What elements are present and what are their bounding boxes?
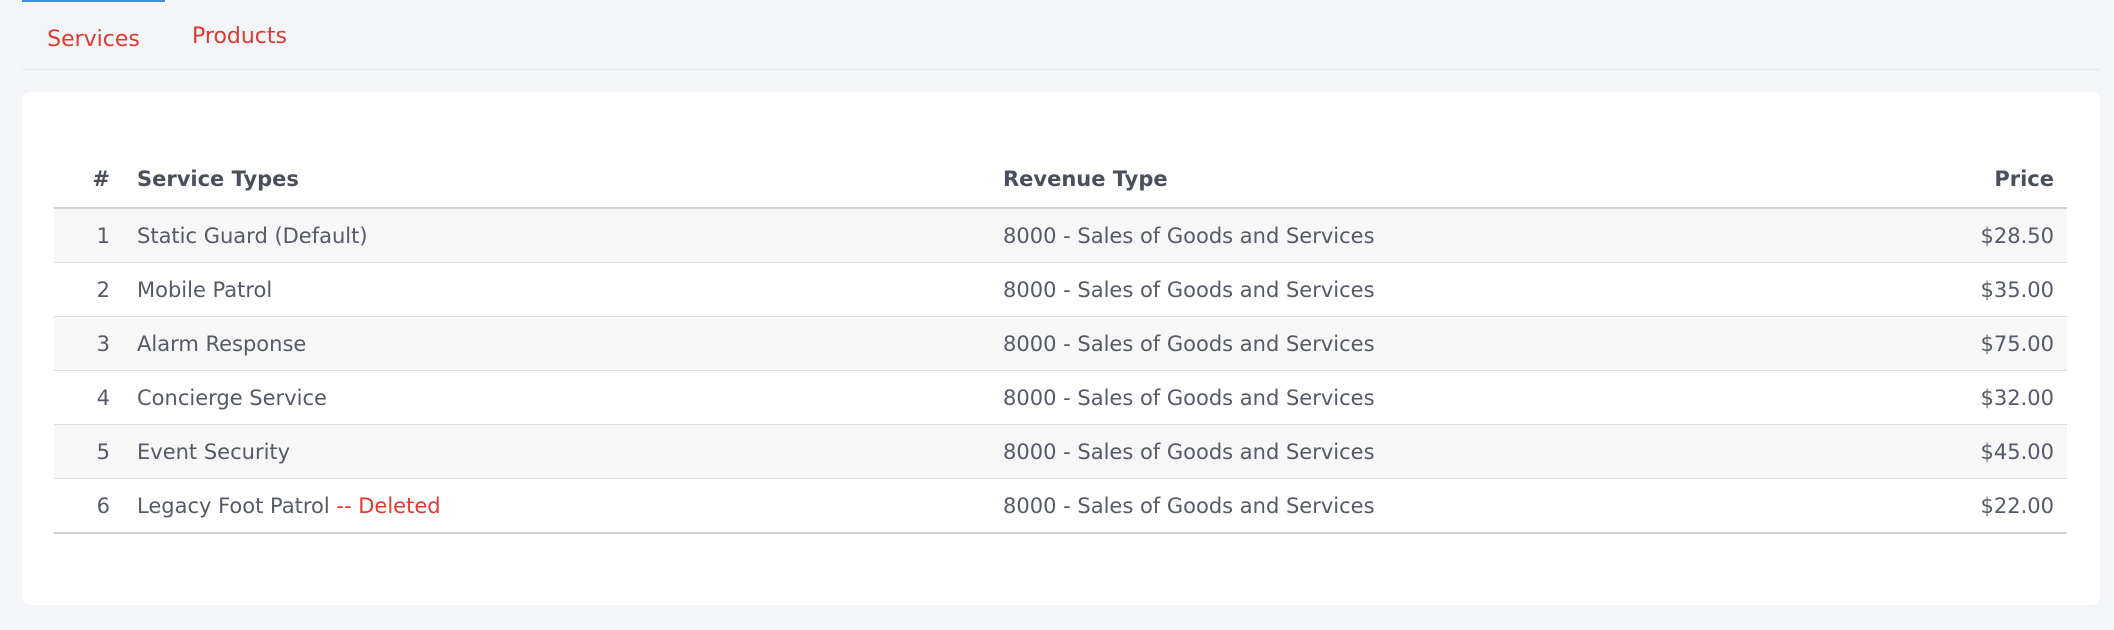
header-revenue-type: Revenue Type [1003,150,1854,209]
service-name-text: Concierge Service [137,385,327,410]
service-name: Static Guard (Default) [137,208,1003,263]
revenue-type: 8000 - Sales of Goods and Services [1003,424,1854,479]
header-service-types: Service Types [137,150,1003,209]
service-name: Concierge Service [137,370,1003,425]
service-name: Alarm Response [137,316,1003,371]
table-row[interactable]: 2 Mobile Patrol 8000 - Sales of Goods an… [54,262,2067,317]
revenue-type: 8000 - Sales of Goods and Services [1003,208,1854,263]
tab-products[interactable]: Products [192,0,287,68]
revenue-type: 8000 - Sales of Goods and Services [1003,316,1854,371]
services-card: # Service Types Revenue Type Price 1 Sta… [22,92,2100,605]
table-header-row: # Service Types Revenue Type Price [54,150,2067,209]
row-number: 2 [54,262,137,317]
service-name-text: Static Guard (Default) [137,223,368,248]
header-price: Price [1854,150,2067,209]
tab-services[interactable]: Services [22,0,165,70]
service-name: Legacy Foot Patrol -- Deleted [137,478,1003,534]
table-row[interactable]: 5 Event Security 8000 - Sales of Goods a… [54,424,2067,479]
table-row[interactable]: 1 Static Guard (Default) 8000 - Sales of… [54,208,2067,263]
service-name-text: Mobile Patrol [137,277,273,302]
service-price: $32.00 [1854,370,2067,425]
header-number: # [54,150,137,209]
deleted-label: -- Deleted [336,493,441,518]
service-price: $45.00 [1854,424,2067,479]
table-row[interactable]: 4 Concierge Service 8000 - Sales of Good… [54,370,2067,425]
service-price: $28.50 [1854,208,2067,263]
service-price: $35.00 [1854,262,2067,317]
row-number: 6 [54,478,137,534]
revenue-type: 8000 - Sales of Goods and Services [1003,262,1854,317]
table-row[interactable]: 6 Legacy Foot Patrol -- Deleted 8000 - S… [54,478,2067,534]
row-number: 5 [54,424,137,479]
row-number: 1 [54,208,137,263]
revenue-type: 8000 - Sales of Goods and Services [1003,478,1854,534]
service-name: Event Security [137,424,1003,479]
service-name-text: Event Security [137,439,291,464]
row-number: 3 [54,316,137,371]
service-name-text: Alarm Response [137,331,307,356]
tab-bar: Services Products [22,0,2100,70]
service-price: $22.00 [1854,478,2067,534]
service-name: Mobile Patrol [137,262,1003,317]
row-number: 4 [54,370,137,425]
service-price: $75.00 [1854,316,2067,371]
revenue-type: 8000 - Sales of Goods and Services [1003,370,1854,425]
services-table: # Service Types Revenue Type Price 1 Sta… [54,150,2067,534]
service-name-text: Legacy Foot Patrol [137,493,330,518]
table-row[interactable]: 3 Alarm Response 8000 - Sales of Goods a… [54,316,2067,371]
